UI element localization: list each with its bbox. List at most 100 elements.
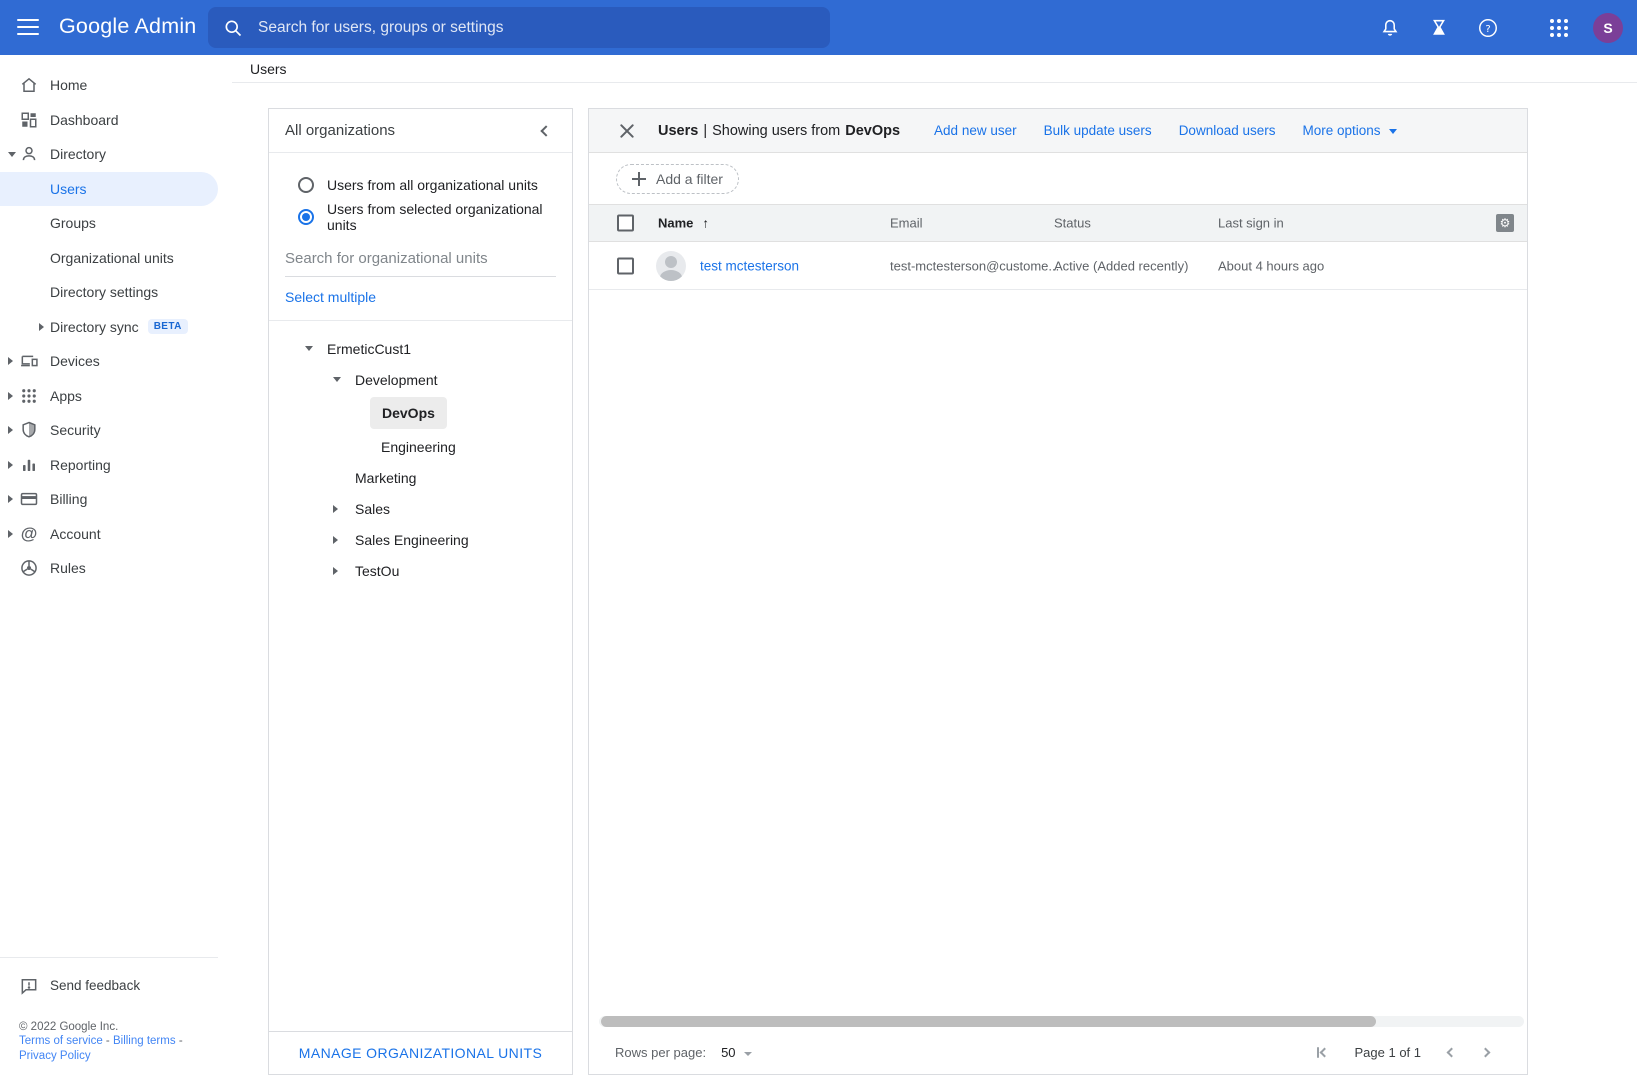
chevron-right-icon — [8, 495, 13, 503]
account-at-icon: @ — [19, 524, 39, 544]
chevron-right-icon[interactable] — [333, 505, 338, 513]
chevron-down-icon[interactable] — [333, 377, 341, 382]
hamburger-menu-icon[interactable] — [17, 19, 39, 35]
close-icon[interactable] — [618, 122, 636, 140]
billing-card-icon — [19, 489, 39, 509]
radio-selected-org-units[interactable]: Users from selected organizational units — [285, 201, 556, 233]
plus-icon — [632, 172, 646, 186]
chevron-right-icon[interactable] — [333, 567, 338, 575]
column-header-status[interactable]: Status — [1054, 216, 1091, 231]
google-apps-grid-icon[interactable] — [1550, 19, 1568, 37]
tree-item-marketing[interactable]: Marketing — [269, 462, 572, 493]
filter-row: Add a filter — [589, 153, 1527, 205]
chevron-down-icon[interactable] — [305, 346, 313, 351]
chevron-right-icon[interactable] — [333, 536, 338, 544]
tree-item-devops[interactable]: DevOps — [269, 395, 572, 431]
chevron-right-icon — [39, 323, 44, 331]
previous-page-button[interactable] — [1448, 1049, 1455, 1056]
column-header-last-sign-in[interactable]: Last sign in — [1218, 216, 1284, 231]
billing-terms-link[interactable]: Billing terms — [113, 1035, 176, 1047]
first-page-button[interactable] — [1317, 1047, 1328, 1058]
select-multiple-link[interactable]: Select multiple — [285, 289, 556, 305]
tree-item-development[interactable]: Development — [269, 364, 572, 395]
sidebar-item-organizational-units[interactable]: Organizational units — [0, 241, 218, 276]
tree-item-engineering[interactable]: Engineering — [269, 431, 572, 462]
table-header: Name ↑ Email Status Last sign in ⚙ — [589, 205, 1527, 242]
sidebar-item-dashboard[interactable]: Dashboard — [0, 103, 218, 138]
next-page-button[interactable] — [1482, 1049, 1489, 1056]
radio-selected-icon[interactable] — [298, 209, 314, 225]
copyright-block: © 2022 Google Inc. Terms of service - Bi… — [0, 1014, 218, 1075]
chevron-right-icon — [8, 461, 13, 469]
feedback-icon — [19, 976, 39, 996]
sidebar-item-apps[interactable]: Apps — [0, 379, 218, 414]
sidebar-item-users[interactable]: Users — [0, 172, 218, 207]
org-unit-search — [285, 246, 556, 277]
tasks-hourglass-icon[interactable] — [1426, 15, 1452, 41]
search-icon — [223, 18, 243, 38]
sidebar-item-directory-settings[interactable]: Directory settings — [0, 275, 218, 310]
reporting-chart-icon — [19, 455, 39, 475]
terms-of-service-link[interactable]: Terms of service — [19, 1035, 103, 1047]
users-panel-header: Users | Showing users from DevOps Add ne… — [589, 109, 1527, 153]
rows-per-page-select[interactable]: 50 — [721, 1045, 751, 1060]
more-options-button[interactable]: More options — [1303, 123, 1397, 138]
beta-badge: BETA — [148, 319, 188, 334]
tree-item-ermeticcust1[interactable]: ErmeticCust1 — [269, 333, 572, 364]
radio-all-org-units[interactable]: Users from all organizational units — [285, 169, 556, 201]
add-filter-button[interactable]: Add a filter — [616, 164, 739, 194]
users-panel: Users | Showing users from DevOps Add ne… — [588, 108, 1528, 1075]
sidebar-item-home[interactable]: Home — [0, 68, 218, 103]
row-checkbox[interactable] — [617, 257, 634, 274]
topbar-actions: ? S — [1377, 0, 1623, 55]
users-panel-actions: Add new user Bulk update users Download … — [934, 123, 1397, 138]
sidebar-item-security[interactable]: Security — [0, 413, 218, 448]
brand-logo: Google Admin — [59, 14, 196, 39]
send-feedback-button[interactable]: Send feedback — [0, 958, 218, 1014]
sidebar-item-account[interactable]: @ Account — [0, 517, 218, 552]
sidebar-item-reporting[interactable]: Reporting — [0, 448, 218, 483]
dropdown-caret-icon — [1389, 129, 1397, 134]
rows-per-page: Rows per page: 50 — [615, 1045, 752, 1060]
column-header-email[interactable]: Email — [890, 216, 923, 231]
manage-columns-gear-icon[interactable]: ⚙ — [1496, 214, 1514, 232]
table-row: test mctesterson test-mctesterson@custom… — [589, 242, 1527, 290]
sidebar-item-directory-sync[interactable]: Directory sync BETA — [0, 310, 218, 345]
radio-unselected-icon[interactable] — [298, 177, 314, 193]
sidebar-item-rules[interactable]: Rules — [0, 551, 218, 586]
page-info: Page 1 of 1 — [1355, 1045, 1422, 1060]
sidebar-item-billing[interactable]: Billing — [0, 482, 218, 517]
help-icon[interactable]: ? — [1475, 15, 1501, 41]
column-header-name[interactable]: Name ↑ — [658, 216, 709, 231]
select-all-checkbox[interactable] — [617, 215, 634, 232]
org-unit-search-input[interactable] — [285, 246, 556, 277]
account-avatar[interactable]: S — [1593, 13, 1623, 43]
chevron-left-icon — [1447, 1048, 1457, 1058]
sort-ascending-icon: ↑ — [702, 216, 709, 231]
privacy-policy-link[interactable]: Privacy Policy — [19, 1050, 91, 1062]
sidebar-item-groups[interactable]: Groups — [0, 206, 218, 241]
global-search-bar[interactable] — [208, 7, 830, 48]
bulk-update-users-button[interactable]: Bulk update users — [1044, 123, 1152, 138]
sidebar-item-devices[interactable]: Devices — [0, 344, 218, 379]
add-new-user-button[interactable]: Add new user — [934, 123, 1017, 138]
dropdown-caret-icon — [744, 1052, 752, 1056]
collapse-panel-icon[interactable] — [540, 125, 551, 136]
notifications-bell-icon[interactable] — [1377, 15, 1403, 41]
horizontal-scrollbar — [599, 1016, 1524, 1027]
home-icon — [19, 75, 39, 95]
tree-item-sales[interactable]: Sales — [269, 493, 572, 524]
sidebar-item-directory[interactable]: Directory — [0, 137, 218, 172]
tree-item-testou[interactable]: TestOu — [269, 555, 572, 586]
manage-organizational-units-button[interactable]: MANAGE ORGANIZATIONAL UNITS — [269, 1031, 572, 1074]
devices-icon — [19, 351, 39, 371]
search-input[interactable] — [256, 18, 815, 38]
copyright-text: © 2022 Google Inc. — [19, 1020, 208, 1035]
security-shield-icon — [19, 420, 39, 440]
chevron-right-icon — [8, 392, 13, 400]
download-users-button[interactable]: Download users — [1179, 123, 1276, 138]
tree-item-sales-engineering[interactable]: Sales Engineering — [269, 524, 572, 555]
organizational-units-panel: All organizations Users from all organiz… — [268, 108, 573, 1075]
scrollbar-thumb[interactable] — [601, 1016, 1376, 1027]
user-name-link[interactable]: test mctesterson — [700, 258, 799, 273]
